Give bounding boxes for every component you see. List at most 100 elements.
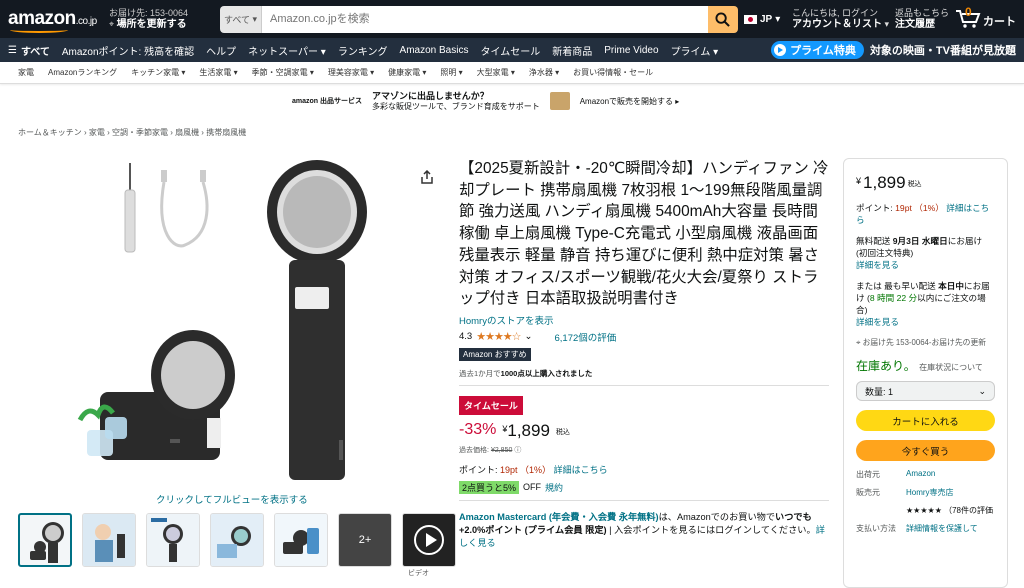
nav-item[interactable]: Amazon Basics (400, 45, 469, 56)
delivery-details-link[interactable]: 詳細を見る (856, 260, 899, 270)
video-label: ビデオ (408, 570, 429, 577)
orders-link[interactable]: 返品もこちら 注文履歴 (895, 8, 949, 30)
seller-link[interactable]: Homry専売店 (906, 487, 995, 498)
banner-sub: 多彩な販促ツールで、ブランド育成をサポート (372, 101, 540, 111)
subnav-item[interactable]: 照明 ▾ (440, 67, 462, 78)
cooling-thumb-icon (211, 514, 263, 566)
play-icon (774, 44, 787, 56)
prime-badge: プライム特典 (771, 41, 864, 59)
nav-item[interactable]: 新着商品 (552, 43, 592, 58)
thumbnail[interactable] (210, 513, 264, 567)
cart-button[interactable]: 0 カート (955, 5, 1016, 29)
buybox-points-label: ポイント: (856, 203, 893, 213)
nav-item[interactable]: ネットスーパー ▾ (248, 43, 326, 58)
buy-now-button[interactable]: 今すぐ買う (856, 440, 995, 461)
subnav-item[interactable]: 大型家電 ▾ (477, 67, 515, 78)
bought-prefix: 過去1か月で (459, 368, 501, 378)
top-bar: amazon.co.jp お届け先: 153-0064 ⌖ 場所を更新する すべ… (0, 0, 1024, 38)
bulk-discount-badge: 2点買うと5% (459, 480, 520, 494)
delivery-info: 無料配送 9月3日 水曜日にお届け (初回注文特典) 詳細を見る (856, 235, 995, 271)
payment-link[interactable]: 詳細情報を保護して (906, 523, 995, 534)
ref-price-value: ¥2,850 (490, 446, 513, 454)
info-icon[interactable]: ⓘ (514, 447, 521, 454)
shipper-link[interactable]: Amazon (906, 469, 995, 480)
review-count-link[interactable]: 6,172個の評価 (555, 330, 617, 344)
discount-percent: -33% (459, 420, 497, 438)
add-to-cart-button[interactable]: カートに入れる (856, 410, 995, 431)
seller-banner[interactable]: amazon 出品サービス アマゾンに出品しませんか？ 多彩な販促ツールで、ブラン… (0, 88, 1024, 114)
subnav-item[interactable]: お買い得情報・セール (573, 67, 653, 78)
tax-label: 税込 (555, 428, 570, 436)
countdown-time: 8 時間 22 分 (869, 293, 918, 303)
amazon-logo[interactable]: amazon.co.jp (8, 8, 103, 33)
nav-item[interactable]: Amazonポイント: 残高を確認 (62, 43, 194, 58)
mastercard-title[interactable]: Amazon Mastercard (年会費・入会費 永年無料) (459, 512, 659, 522)
subnav-item[interactable]: 季節・空調家電 ▾ (252, 67, 314, 78)
deliver-line1: お届け先: 153-0064 (109, 8, 189, 18)
share-icon[interactable] (420, 170, 434, 184)
battery-thumb-icon (275, 514, 327, 566)
buybox-currency: ¥ (856, 176, 862, 186)
prime-promo[interactable]: プライム特典 対象の映画・TV番組が見放題 (771, 41, 1016, 59)
thumbnail[interactable] (18, 513, 72, 567)
logo-suffix: .co.jp (75, 16, 97, 27)
all-menu-button[interactable]: ☰ すべて (8, 43, 50, 58)
buy-now-label: 今すぐ買う (901, 446, 950, 458)
nav-item[interactable]: ヘルプ (206, 43, 236, 58)
terms-link[interactable]: 規約 (545, 481, 563, 494)
store-link[interactable]: Homryのストアを表示 (459, 316, 553, 327)
orders-label: 注文履歴 (894, 19, 935, 30)
search-input[interactable] (262, 5, 708, 33)
fullview-link[interactable]: クリックしてフルビューを表示する (156, 492, 308, 506)
buybox-points: ポイント: 19pt （1%） 詳細はこちら (856, 202, 995, 226)
fast-delivery-details-link[interactable]: 詳細を見る (856, 317, 899, 327)
subnav-item[interactable]: 生活家電 ▾ (199, 67, 237, 78)
subnav-item[interactable]: 健康家電 ▾ (388, 67, 426, 78)
cart-label: カート (983, 16, 1016, 28)
subnav-item[interactable]: Amazonランキング (48, 67, 117, 78)
subnav-item[interactable]: 理美容家電 ▾ (328, 67, 374, 78)
deliver-line2: 場所を更新する (116, 19, 187, 30)
product-image[interactable] (75, 155, 385, 485)
language-selector[interactable]: JP ▾ (743, 14, 786, 25)
delivery-location[interactable]: ⌖ お届け先 153-0064-お届け先の更新 (856, 337, 995, 349)
quantity-select[interactable]: 数量: 1 ⌄ (856, 381, 995, 401)
points-row: ポイント: 19pt （1%） 詳細はこちら (459, 463, 829, 476)
thumbnail[interactable] (82, 513, 136, 567)
nav-item[interactable]: ランキング (338, 43, 388, 58)
points-details-link[interactable]: 詳細はこちら (554, 465, 608, 475)
stock-status: 在庫あり。 在庫状況について (856, 357, 995, 374)
nav-item[interactable]: タイムセール (480, 43, 540, 58)
buybox-price-value: 1,899 (863, 173, 906, 192)
thumbnail[interactable] (274, 513, 328, 567)
breadcrumb[interactable]: ホーム＆キッチン › 家電 › 空調・季節家電 › 扇風機 › 携帯扇風機 (18, 127, 246, 138)
thumbnail-strip: 2+ (18, 513, 456, 567)
seller-rating[interactable]: ★★★★★ （78件の評価 (906, 505, 995, 516)
account-menu[interactable]: こんにちは, ログイン アカウント＆リスト ▾ (792, 8, 889, 30)
buy-box: ¥1,899 税込 ポイント: 19pt （1%） 詳細はこちら 無料配送 9月3… (843, 158, 1008, 588)
bought-count: 過去1か月で1000点以上購入されました (459, 368, 829, 379)
product-details: 【2025夏新設計・-20℃瞬間冷却】ハンディファン 冷却プレート 携帯扇風機 … (459, 158, 829, 550)
search-button[interactable] (707, 5, 738, 33)
chevron-down-icon[interactable]: ⌄ (525, 331, 533, 342)
orders-line1: 返品もこちら (894, 8, 949, 18)
video-thumbnail[interactable] (402, 513, 456, 567)
info-key: 支払い方法 (856, 524, 896, 533)
price-row: -33% ¥1,899 税込 (459, 421, 829, 441)
more-images-button[interactable]: 2+ (338, 513, 392, 567)
nav-item[interactable]: Prime Video (604, 45, 658, 56)
seller-info: 出荷元 Amazon 販売元 Homry専売店 ★★★★★ （78件の評価 支払い方… (856, 469, 995, 534)
in-stock-label: 在庫あり。 (856, 359, 916, 373)
thumbnail[interactable] (146, 513, 200, 567)
nav-item[interactable]: プライム ▾ (671, 43, 719, 58)
buybox-price: ¥1,899 税込 (856, 173, 995, 193)
subnav-item[interactable]: キッチン家電 ▾ (131, 67, 185, 78)
points-label: ポイント: (459, 464, 498, 475)
star-rating-icon[interactable]: ★★★★☆ (476, 330, 521, 343)
search-category-select[interactable]: すべて ▾ (220, 5, 262, 33)
subnav-item[interactable]: 浄水器 ▾ (529, 67, 559, 78)
stock-status-link[interactable]: 在庫状況について (919, 363, 983, 372)
ref-price-label: 過去価格: (459, 446, 489, 454)
deliver-to[interactable]: お届け先: 153-0064 ⌖ 場所を更新する (109, 8, 214, 30)
subnav-item[interactable]: 家電 (18, 67, 34, 78)
